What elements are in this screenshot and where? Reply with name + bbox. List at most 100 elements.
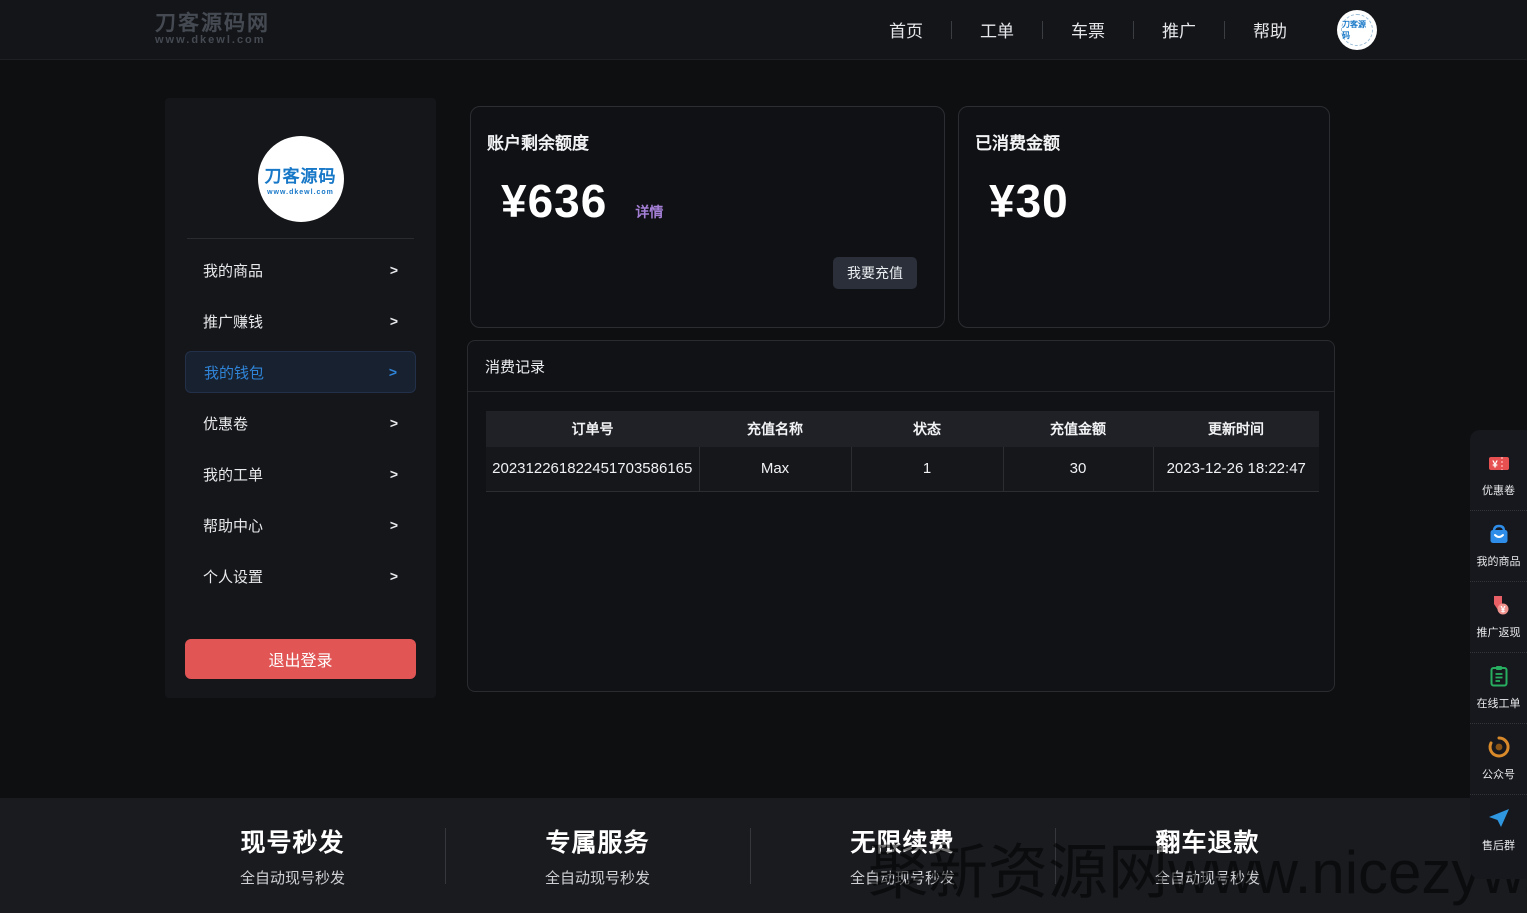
float-item-label: 售后群 xyxy=(1482,837,1515,853)
consumed-card: 已消费金额 ¥30 xyxy=(958,106,1330,328)
records-table: 订单号 充值名称 状态 充值金额 更新时间 202312261822451703… xyxy=(486,411,1319,492)
feature-title: 翻车退款 xyxy=(1155,823,1259,859)
cashback-icon: ¥ xyxy=(1487,593,1511,617)
chevron-right-icon: > xyxy=(390,415,398,431)
svg-text:¥: ¥ xyxy=(1500,605,1505,615)
chevron-right-icon: > xyxy=(390,262,398,278)
consumed-card-title: 已消费金额 xyxy=(975,129,1329,154)
feature-refund-guarantee: 翻车退款 全自动现号秒发 xyxy=(1055,798,1360,913)
float-item-coupons[interactable]: ¥ 优惠卷 xyxy=(1470,440,1527,510)
records-panel: 消费记录 订单号 充值名称 状态 充值金额 更新时间 2023122618224… xyxy=(467,340,1335,692)
float-item-label: 推广返现 xyxy=(1477,624,1521,640)
sidebar-logo: 刀客源码 www.dkewl.com xyxy=(258,136,344,222)
table-row: 202312261822451703586165 Max 1 30 2023-1… xyxy=(486,447,1319,491)
sidebar-item-label: 我的钱包 xyxy=(204,362,264,383)
cell-status: 1 xyxy=(851,447,1003,491)
coupon-icon: ¥ xyxy=(1487,451,1511,475)
col-header-updated-time: 更新时间 xyxy=(1153,411,1319,447)
clipboard-icon xyxy=(1487,664,1511,688)
float-item-label: 我的商品 xyxy=(1477,553,1521,569)
sidebar-item-my-tickets[interactable]: 我的工单 > xyxy=(185,453,416,495)
sidebar-menu: 我的商品 > 推广赚钱 > 我的钱包 > 优惠卷 > 我的工单 > 帮助中心 > xyxy=(165,249,436,597)
sidebar-item-label: 个人设置 xyxy=(203,566,263,587)
chevron-right-icon: > xyxy=(390,568,398,584)
float-item-label: 在线工单 xyxy=(1477,695,1521,711)
cell-amount: 30 xyxy=(1003,447,1153,491)
sidebar-item-my-products[interactable]: 我的商品 > xyxy=(185,249,416,291)
nav-link-promotion[interactable]: 推广 xyxy=(1134,17,1224,42)
nav-link-passes[interactable]: 车票 xyxy=(1043,17,1133,42)
col-header-amount: 充值金额 xyxy=(1003,411,1153,447)
cell-updated-time: 2023-12-26 18:22:47 xyxy=(1153,447,1319,491)
sidebar-item-label: 优惠卷 xyxy=(203,413,248,434)
feature-unlimited-renewal: 无限续费 全自动现号秒发 xyxy=(750,798,1055,913)
sidebar-item-label: 推广赚钱 xyxy=(203,311,263,332)
site-logo[interactable]: 刀客源码网 www.dkewl.com xyxy=(155,13,270,47)
footer: 现号秒发 全自动现号秒发 专属服务 全自动现号秒发 无限续费 全自动现号秒发 翻… xyxy=(0,798,1527,913)
float-item-my-products[interactable]: 我的商品 xyxy=(1470,510,1527,581)
sidebar-item-label: 帮助中心 xyxy=(203,515,263,536)
nav-links: 首页 工单 车票 推广 帮助 刀客源码 xyxy=(861,10,1377,50)
sidebar-divider xyxy=(187,238,414,239)
balance-card-title: 账户剩余额度 xyxy=(487,129,944,154)
top-navbar: 刀客源码网 www.dkewl.com 首页 工单 车票 推广 帮助 刀客源码 xyxy=(0,0,1527,60)
sidebar-item-my-wallet[interactable]: 我的钱包 > xyxy=(185,351,416,393)
feature-subtitle: 全自动现号秒发 xyxy=(240,867,345,888)
floating-quick-menu: ¥ 优惠卷 我的商品 ¥ 推广返现 xyxy=(1470,430,1527,879)
nav-link-home[interactable]: 首页 xyxy=(861,17,951,42)
feature-exclusive-service: 专属服务 全自动现号秒发 xyxy=(445,798,750,913)
sidebar-item-coupons[interactable]: 优惠卷 > xyxy=(185,402,416,444)
site-logo-title: 刀客源码网 xyxy=(155,13,270,35)
feature-instant-delivery: 现号秒发 全自动现号秒发 xyxy=(140,798,445,913)
feature-subtitle: 全自动现号秒发 xyxy=(545,867,650,888)
footer-features: 现号秒发 全自动现号秒发 专属服务 全自动现号秒发 无限续费 全自动现号秒发 翻… xyxy=(140,798,1360,913)
float-item-label: 优惠卷 xyxy=(1482,482,1515,498)
feature-subtitle: 全自动现号秒发 xyxy=(850,867,955,888)
shopping-bag-icon xyxy=(1487,522,1511,546)
float-item-promo-cashback[interactable]: ¥ 推广返现 xyxy=(1470,581,1527,652)
feature-title: 专属服务 xyxy=(545,823,649,859)
float-item-online-ticket[interactable]: 在线工单 xyxy=(1470,652,1527,723)
records-panel-title: 消费记录 xyxy=(485,356,1334,377)
site-logo-url: www.dkewl.com xyxy=(155,35,270,47)
chevron-right-icon: > xyxy=(390,466,398,482)
logout-button[interactable]: 退出登录 xyxy=(185,639,416,679)
user-avatar[interactable]: 刀客源码 xyxy=(1337,10,1377,50)
feature-title: 现号秒发 xyxy=(240,823,344,859)
float-item-label: 公众号 xyxy=(1482,766,1515,782)
sidebar-item-label: 我的工单 xyxy=(203,464,263,485)
col-header-order-no: 订单号 xyxy=(486,411,699,447)
feature-subtitle: 全自动现号秒发 xyxy=(1155,867,1260,888)
official-account-icon xyxy=(1487,735,1511,759)
chevron-right-icon: > xyxy=(389,364,397,380)
user-avatar-text: 刀客源码 xyxy=(1341,14,1373,46)
sidebar-item-personal-settings[interactable]: 个人设置 > xyxy=(185,555,416,597)
sidebar-logo-url: www.dkewl.com xyxy=(267,189,334,196)
nav-link-help[interactable]: 帮助 xyxy=(1225,17,1315,42)
sidebar: 刀客源码 www.dkewl.com 我的商品 > 推广赚钱 > 我的钱包 > … xyxy=(165,98,436,698)
paper-plane-icon xyxy=(1487,806,1511,830)
chevron-right-icon: > xyxy=(390,517,398,533)
svg-text:¥: ¥ xyxy=(1492,460,1498,471)
nav-link-tickets[interactable]: 工单 xyxy=(952,17,1042,42)
balance-amount: ¥636 xyxy=(501,174,607,228)
table-header-row: 订单号 充值名称 状态 充值金额 更新时间 xyxy=(486,411,1319,447)
balance-detail-link[interactable]: 详情 xyxy=(635,202,663,222)
col-header-status: 状态 xyxy=(851,411,1003,447)
page: 刀客源码网 www.dkewl.com 首页 工单 车票 推广 帮助 刀客源码 … xyxy=(0,0,1527,913)
balance-card: 账户剩余额度 ¥636 详情 我要充值 xyxy=(470,106,945,328)
float-item-aftersale-group[interactable]: 售后群 xyxy=(1470,794,1527,865)
sidebar-item-label: 我的商品 xyxy=(203,260,263,281)
chevron-right-icon: > xyxy=(390,313,398,329)
sidebar-logo-text: 刀客源码 xyxy=(265,162,337,187)
consumed-amount: ¥30 xyxy=(989,174,1069,228)
feature-title: 无限续费 xyxy=(850,823,954,859)
float-item-official-account[interactable]: 公众号 xyxy=(1470,723,1527,794)
sidebar-item-help-center[interactable]: 帮助中心 > xyxy=(185,504,416,546)
cell-recharge-name: Max xyxy=(699,447,851,491)
recharge-button[interactable]: 我要充值 xyxy=(833,257,917,289)
cell-order-no: 202312261822451703586165 xyxy=(486,447,699,491)
col-header-recharge-name: 充值名称 xyxy=(699,411,851,447)
panel-divider xyxy=(468,391,1334,392)
sidebar-item-promotion-earn[interactable]: 推广赚钱 > xyxy=(185,300,416,342)
